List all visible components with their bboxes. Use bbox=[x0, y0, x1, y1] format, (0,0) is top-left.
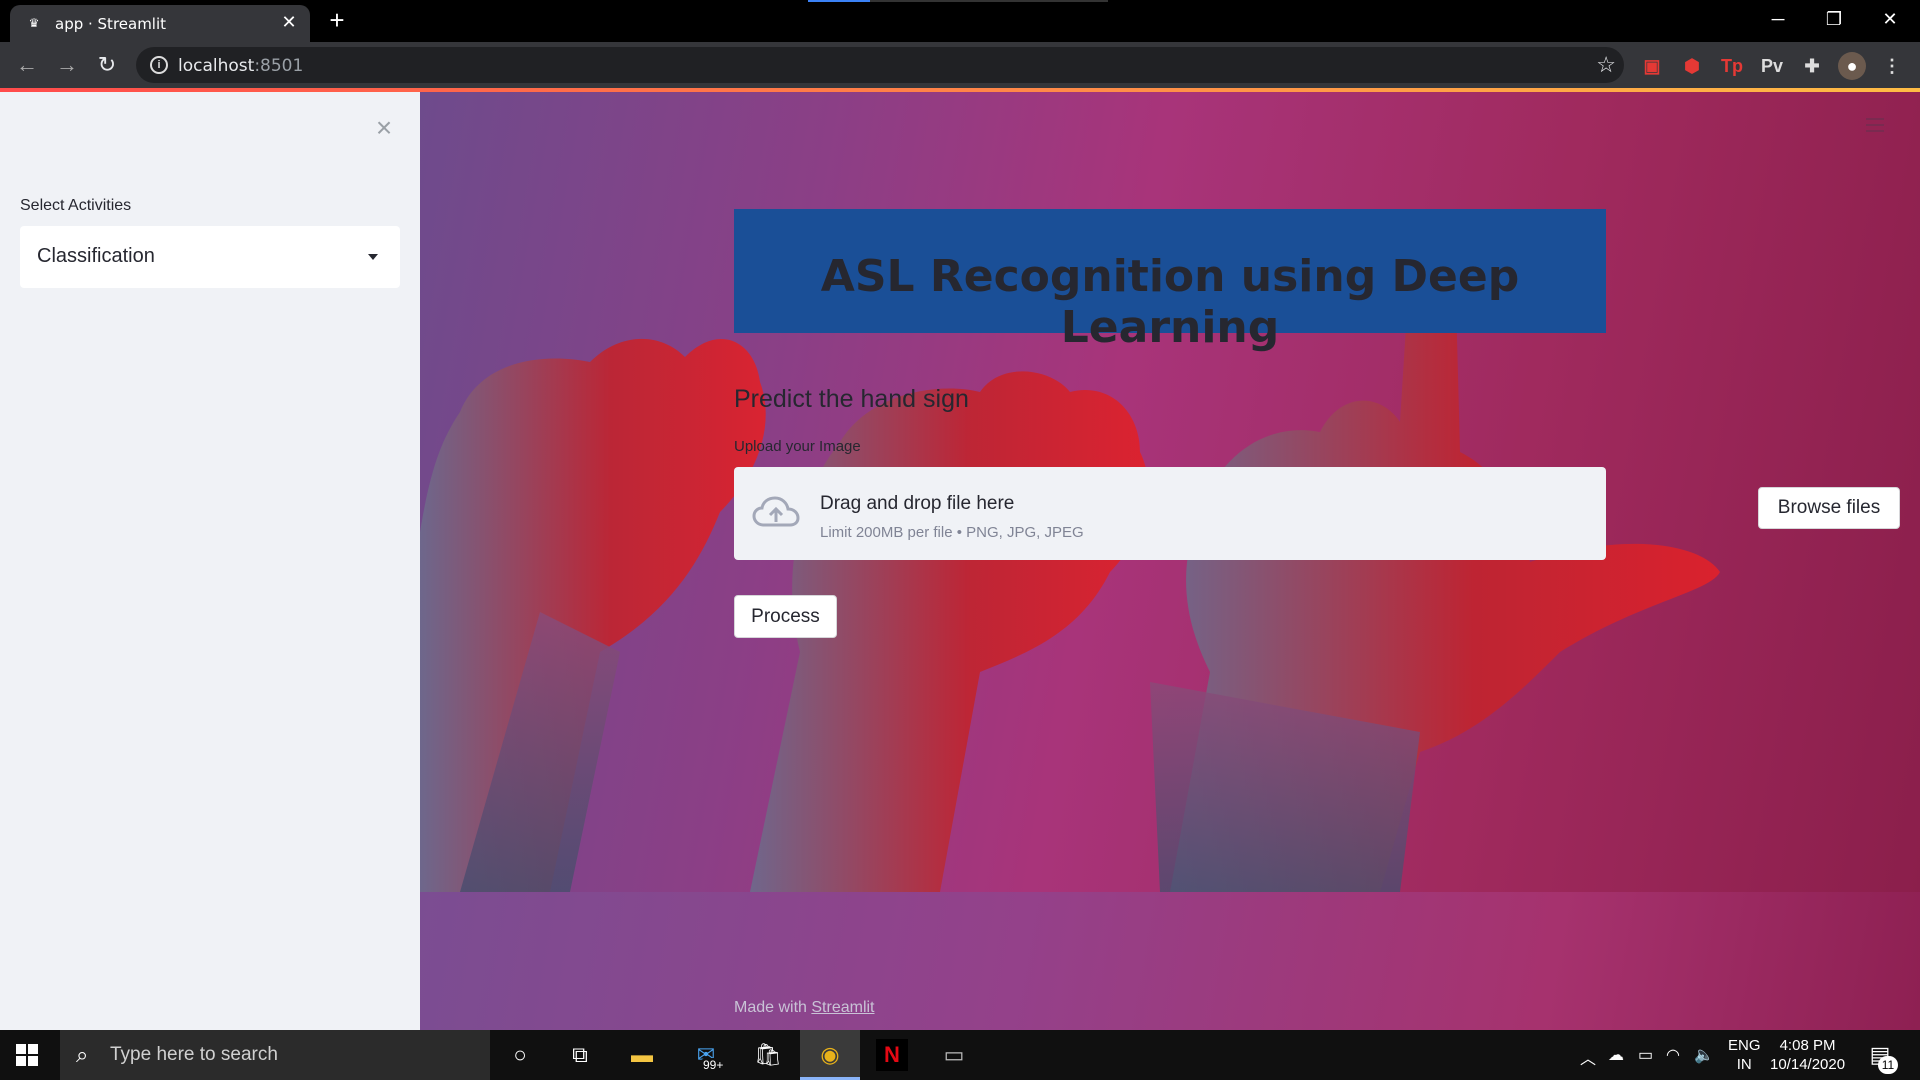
browser-toolbar: ← → ↻ i localhost:8501 ☆ ▣ ⬢ Tp Pv ✚ ● ⋮ bbox=[0, 42, 1920, 88]
language-code: ENG bbox=[1728, 1037, 1761, 1054]
file-explorer-icon[interactable]: ▬ bbox=[626, 1039, 658, 1071]
streamlit-link[interactable]: Streamlit bbox=[811, 999, 874, 1016]
adblock-extension-icon[interactable]: ⬢ bbox=[1678, 52, 1706, 80]
chrome-taskbar-active[interactable]: ◉ bbox=[800, 1030, 860, 1080]
task-view-icon[interactable]: ⧉ bbox=[564, 1039, 596, 1071]
store-icon[interactable]: 🛍 bbox=[752, 1039, 784, 1071]
page-title: ASL Recognition using Deep Learning bbox=[820, 251, 1520, 353]
browser-menu-icon[interactable]: ⋮ bbox=[1878, 52, 1906, 80]
bookmark-star-icon[interactable]: ☆ bbox=[1596, 52, 1616, 78]
restore-button[interactable]: ❐ bbox=[1806, 0, 1862, 38]
address-bar[interactable]: i localhost:8501 ☆ bbox=[136, 47, 1624, 83]
new-tab-button[interactable]: + bbox=[322, 5, 352, 35]
file-dropzone[interactable]: Drag and drop file here Limit 200MB per … bbox=[734, 467, 1900, 560]
footer-prefix: Made with bbox=[734, 999, 812, 1016]
hamburger-menu-icon[interactable] bbox=[1866, 118, 1884, 132]
url-host: localhost bbox=[178, 56, 255, 76]
sidebar: × Select Activities Classification bbox=[0, 92, 420, 1030]
url-port: :8501 bbox=[254, 56, 304, 76]
reload-icon[interactable]: ↻ bbox=[92, 50, 122, 80]
dropzone-title: Drag and drop file here bbox=[820, 493, 1015, 514]
tray-chevron-up-icon[interactable]: ︿ bbox=[1580, 1045, 1596, 1069]
tab-title: app · Streamlit bbox=[55, 15, 167, 33]
process-button[interactable]: Process bbox=[734, 595, 837, 638]
page-load-indicator bbox=[808, 0, 870, 2]
background-lower-band bbox=[420, 892, 1920, 1030]
activities-select[interactable]: Classification bbox=[20, 226, 400, 288]
clock-date: 10/14/2020 bbox=[1770, 1056, 1846, 1073]
select-activities-label: Select Activities bbox=[20, 197, 132, 214]
windows-start-icon[interactable] bbox=[16, 1044, 38, 1066]
sidebar-close-icon[interactable]: × bbox=[370, 114, 398, 142]
footer: Made with Streamlit bbox=[734, 999, 875, 1017]
forward-arrow-icon[interactable]: → bbox=[52, 50, 82, 80]
acrobat-extension-icon[interactable]: ▣ bbox=[1638, 52, 1666, 80]
upload-label: Upload your Image bbox=[734, 438, 861, 455]
minimize-button[interactable]: ─ bbox=[1750, 0, 1806, 38]
netflix-icon[interactable]: N bbox=[876, 1039, 908, 1071]
taskbar-clock[interactable]: 4:08 PM 10/14/2020 bbox=[1770, 1036, 1845, 1074]
browser-tab[interactable]: ♛ app · Streamlit ✕ bbox=[10, 5, 310, 42]
browser-titlebar: ♛ app · Streamlit ✕ + ─ ❐ ✕ bbox=[0, 0, 1920, 42]
clock-time: 4:08 PM bbox=[1779, 1037, 1836, 1054]
battery-icon[interactable]: ▭ bbox=[1638, 1045, 1653, 1065]
volume-icon[interactable]: 🔈 bbox=[1694, 1045, 1714, 1065]
mail-badge: 99+ bbox=[700, 1058, 727, 1072]
windows-taskbar: ⌕ Type here to search ○ ⧉ ▬ ✉ 99+ 🛍 ◉ N … bbox=[0, 1030, 1920, 1080]
main-content: ASL Recognition using Deep Learning Pred… bbox=[420, 92, 1920, 1030]
tp-extension-icon[interactable]: Tp bbox=[1718, 52, 1746, 80]
streamlit-favicon-icon: ♛ bbox=[28, 16, 40, 30]
cortana-icon[interactable]: ○ bbox=[504, 1039, 536, 1071]
close-window-button[interactable]: ✕ bbox=[1862, 0, 1918, 38]
browse-files-button[interactable]: Browse files bbox=[1758, 487, 1900, 529]
search-icon: ⌕ bbox=[76, 1042, 89, 1067]
chevron-down-icon bbox=[368, 254, 378, 260]
section-subheader: Predict the hand sign bbox=[734, 385, 969, 413]
chrome-icon: ◉ bbox=[820, 1042, 840, 1067]
notification-count-badge: 11 bbox=[1878, 1056, 1898, 1074]
title-banner: ASL Recognition using Deep Learning bbox=[734, 209, 1606, 353]
dropzone-limit-text: Limit 200MB per file • PNG, JPG, JPEG bbox=[820, 524, 1084, 541]
activities-select-value: Classification bbox=[37, 245, 155, 267]
pv-extension-icon[interactable]: Pv bbox=[1758, 52, 1786, 80]
terminal-icon[interactable]: ▭ bbox=[938, 1039, 970, 1071]
site-info-icon[interactable]: i bbox=[150, 56, 168, 74]
onedrive-icon[interactable]: ☁ bbox=[1608, 1045, 1624, 1065]
taskbar-search-box[interactable]: ⌕ Type here to search bbox=[60, 1030, 490, 1080]
language-region: IN bbox=[1736, 1056, 1752, 1073]
wifi-icon[interactable]: ◠ bbox=[1666, 1045, 1680, 1065]
taskbar-search-placeholder: Type here to search bbox=[110, 1044, 278, 1065]
profile-avatar[interactable]: ● bbox=[1838, 52, 1866, 80]
extensions-puzzle-icon[interactable]: ✚ bbox=[1798, 52, 1826, 80]
tab-close-icon[interactable]: ✕ bbox=[278, 11, 300, 33]
language-indicator[interactable]: ENG IN bbox=[1728, 1036, 1761, 1074]
back-arrow-icon[interactable]: ← bbox=[12, 50, 42, 80]
cloud-upload-icon bbox=[752, 496, 800, 527]
url-text[interactable]: localhost:8501 bbox=[178, 56, 303, 76]
